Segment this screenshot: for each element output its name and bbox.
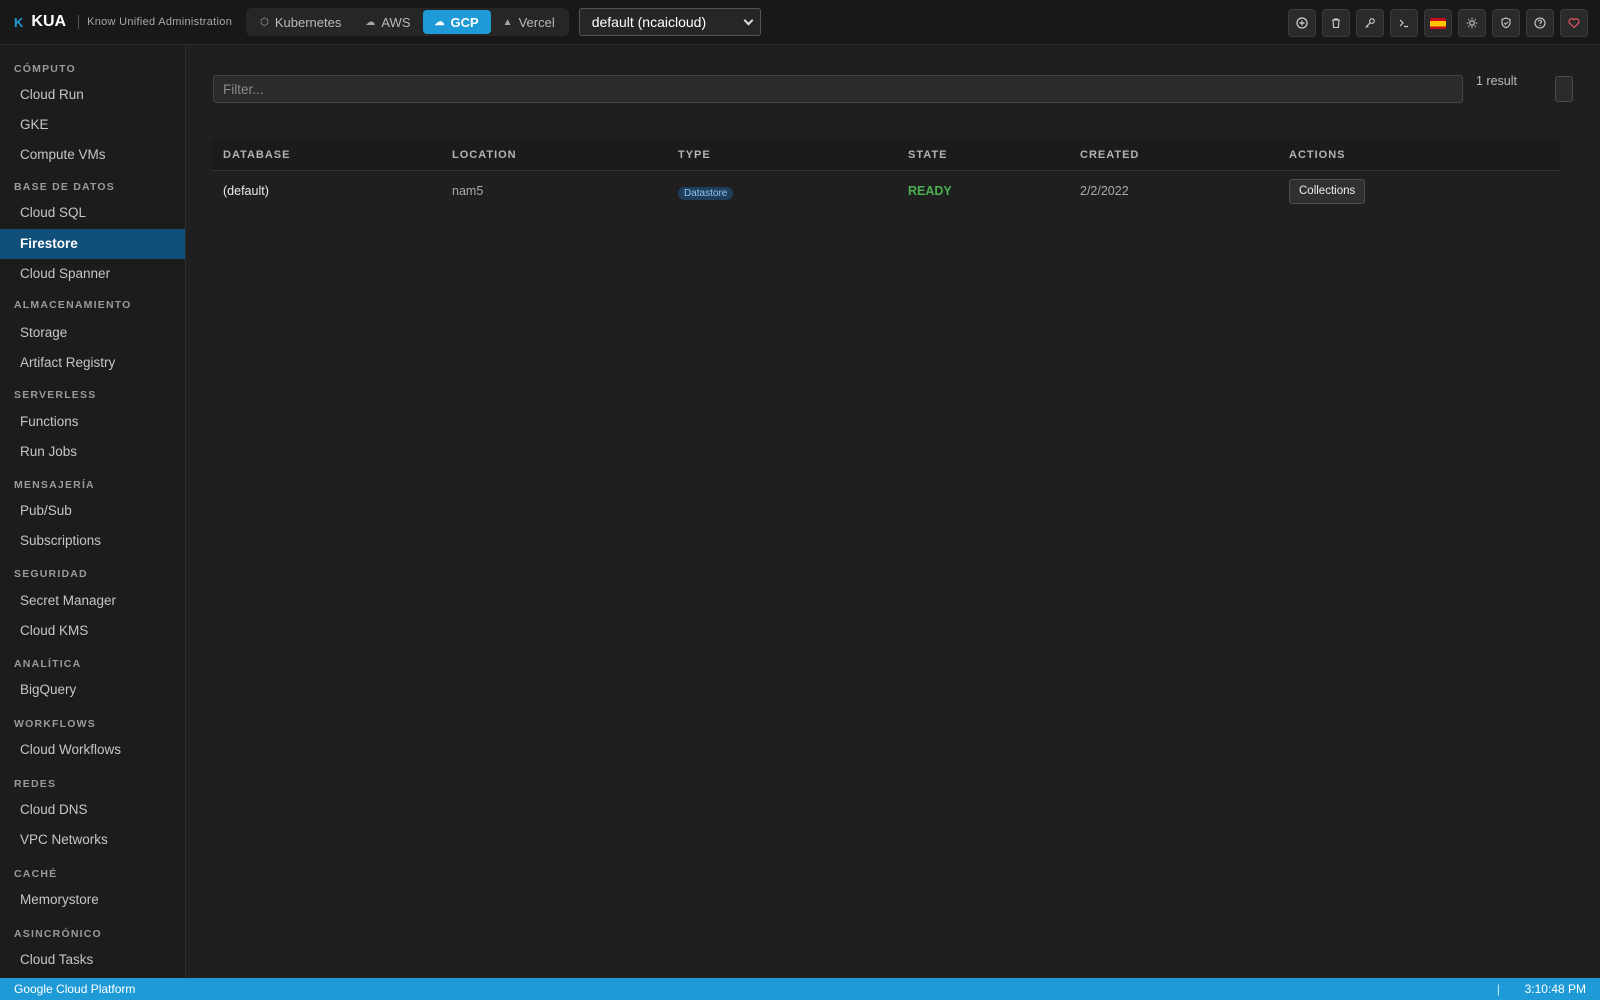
filter-input[interactable] (213, 75, 1463, 103)
sidebar-section-title: SEGURIDAD (14, 568, 88, 580)
theme-button[interactable] (1458, 9, 1486, 37)
sidebar-item-compute-vms[interactable]: Compute VMs (0, 140, 185, 170)
state-badge: READY (908, 184, 952, 198)
shield-icon (1501, 17, 1511, 29)
tab-label: AWS (381, 14, 411, 30)
column-header-created[interactable]: CREATED (1080, 140, 1139, 171)
trash-icon (1332, 18, 1340, 29)
delete-button[interactable] (1322, 9, 1350, 37)
help-icon (1534, 17, 1546, 29)
heart-icon (1568, 18, 1580, 29)
security-button[interactable] (1492, 9, 1520, 37)
tab-label: GCP (450, 14, 479, 30)
sidebar-item-cloud-tasks[interactable]: Cloud Tasks (0, 945, 185, 975)
sidebar-item-functions[interactable]: Functions (0, 407, 185, 437)
table-header: DATABASE LOCATION TYPE STATE CREATED ACT… (211, 140, 1560, 171)
sidebar-item-gke[interactable]: GKE (0, 110, 185, 140)
add-icon (1296, 17, 1308, 29)
sidebar-section-title: REDES (14, 778, 57, 790)
chevron-down-icon (743, 15, 754, 25)
language-button[interactable] (1424, 9, 1452, 37)
sidebar-item-cloud-dns[interactable]: Cloud DNS (0, 795, 185, 825)
type-badge: Datastore (678, 187, 734, 200)
sidebar-section-title: BASE DE DATOS (14, 181, 115, 193)
sidebar-item-subscriptions[interactable]: Subscriptions (0, 526, 185, 556)
cloud-icon: ☁ (365, 16, 376, 28)
sidebar-item-vpc-networks[interactable]: VPC Networks (0, 825, 185, 855)
add-button[interactable] (1288, 9, 1316, 37)
main-content: 1 result DATABASE LOCATION TYPE STATE CR… (186, 45, 1600, 978)
spain-flag-icon (1430, 17, 1446, 29)
sidebar-item-memorystore[interactable]: Memorystore (0, 885, 185, 915)
tab-vercel[interactable]: ▲ Vercel (491, 10, 567, 34)
tab-kubernetes[interactable]: ⬡ Kubernetes (248, 10, 353, 34)
sidebar-item-cloud-run[interactable]: Cloud Run (0, 80, 185, 110)
sidebar-section-title: MENSAJERÍA (14, 479, 95, 491)
status-separator: | (1496, 982, 1500, 996)
database-location: nam5 (452, 184, 484, 198)
sun-icon (1466, 17, 1478, 29)
sidebar-section-title: WORKFLOWS (14, 718, 96, 730)
project-select-value: default (ncaicloud) (591, 14, 707, 30)
tab-label: Vercel (518, 14, 555, 30)
database-name: (default) (223, 184, 269, 198)
provider-tabs: ⬡ Kubernetes ☁ AWS ☁ GCP ▲ Vercel (246, 8, 569, 36)
app-tagline: Know Unified Administration (87, 16, 233, 28)
app-name: KUA (31, 13, 67, 30)
cloud-sync-icon: ☁ (434, 16, 445, 28)
help-button[interactable] (1526, 9, 1554, 37)
logo[interactable]: K KUA Know Unified Administration (14, 13, 232, 31)
sidebar-item-firestore[interactable]: Firestore (0, 229, 185, 259)
clock: 3:10:48 PM (1524, 982, 1586, 996)
key-icon (1365, 18, 1375, 28)
collections-button[interactable]: Collections (1289, 179, 1366, 204)
created-date: 2/2/2022 (1080, 184, 1129, 198)
kua-logo-icon: K (14, 14, 24, 30)
key-button[interactable] (1356, 9, 1384, 37)
column-header-database[interactable]: DATABASE (223, 140, 290, 171)
platform-name: Google Cloud Platform (14, 982, 136, 996)
sidebar-section-title: ASINCRÓNICO (14, 928, 102, 940)
sidebar-item-secret-manager[interactable]: Secret Manager (0, 586, 185, 616)
status-bar: Google Cloud Platform | 3:10:48 PM (0, 978, 1600, 1000)
sidebar-item-cloud-workflows[interactable]: Cloud Workflows (0, 735, 185, 765)
sidebar-section-title: CÓMPUTO (14, 63, 76, 75)
divider (78, 15, 80, 29)
top-bar: K KUA Know Unified Administration ⬡ Kube… (0, 0, 1600, 45)
sidebar-section-title: ALMACENAMIENTO (14, 299, 132, 311)
sidebar-item-pubsub[interactable]: Pub/Sub (0, 496, 185, 526)
terminal-button[interactable] (1390, 9, 1418, 37)
tab-label: Kubernetes (274, 14, 342, 30)
toolbar (1288, 9, 1588, 37)
sidebar-section-title: CACHÉ (14, 868, 58, 880)
sidebar-section-title: SERVERLESS (14, 389, 97, 401)
tab-gcp[interactable]: ☁ GCP (422, 10, 491, 34)
sidebar-item-cloud-sql[interactable]: Cloud SQL (0, 198, 185, 228)
tab-aws[interactable]: ☁ AWS (353, 10, 422, 34)
column-header-actions: ACTIONS (1289, 149, 1346, 161)
project-select[interactable]: default (ncaicloud) (578, 8, 761, 36)
column-header-type[interactable]: TYPE (678, 140, 711, 171)
favorite-button[interactable] (1560, 9, 1588, 37)
cube-icon: ⬡ (260, 16, 269, 28)
triangle-icon: ▲ (502, 16, 513, 28)
sidebar-item-cloud-spanner[interactable]: Cloud Spanner (0, 259, 185, 289)
sidebar-item-bigquery[interactable]: BigQuery (0, 675, 185, 705)
sidebar-item-run-jobs[interactable]: Run Jobs (0, 437, 185, 467)
panel-toggle-button[interactable] (1555, 76, 1573, 102)
column-header-location[interactable]: LOCATION (452, 140, 517, 171)
sidebar-item-cloud-kms[interactable]: Cloud KMS (0, 616, 185, 646)
column-header-state[interactable]: STATE (908, 140, 947, 171)
sidebar: CÓMPUTO Cloud Run GKE Compute VMs BASE D… (0, 45, 186, 978)
table-row[interactable]: (default) nam5 Datastore READY 2/2/2022 … (211, 172, 1560, 210)
result-count: 1 result (1476, 74, 1517, 88)
sidebar-section-title: ANALÍTICA (14, 658, 82, 670)
sidebar-item-artifact-registry[interactable]: Artifact Registry (0, 348, 185, 378)
sidebar-item-storage[interactable]: Storage (0, 318, 185, 348)
terminal-icon (1399, 19, 1408, 28)
